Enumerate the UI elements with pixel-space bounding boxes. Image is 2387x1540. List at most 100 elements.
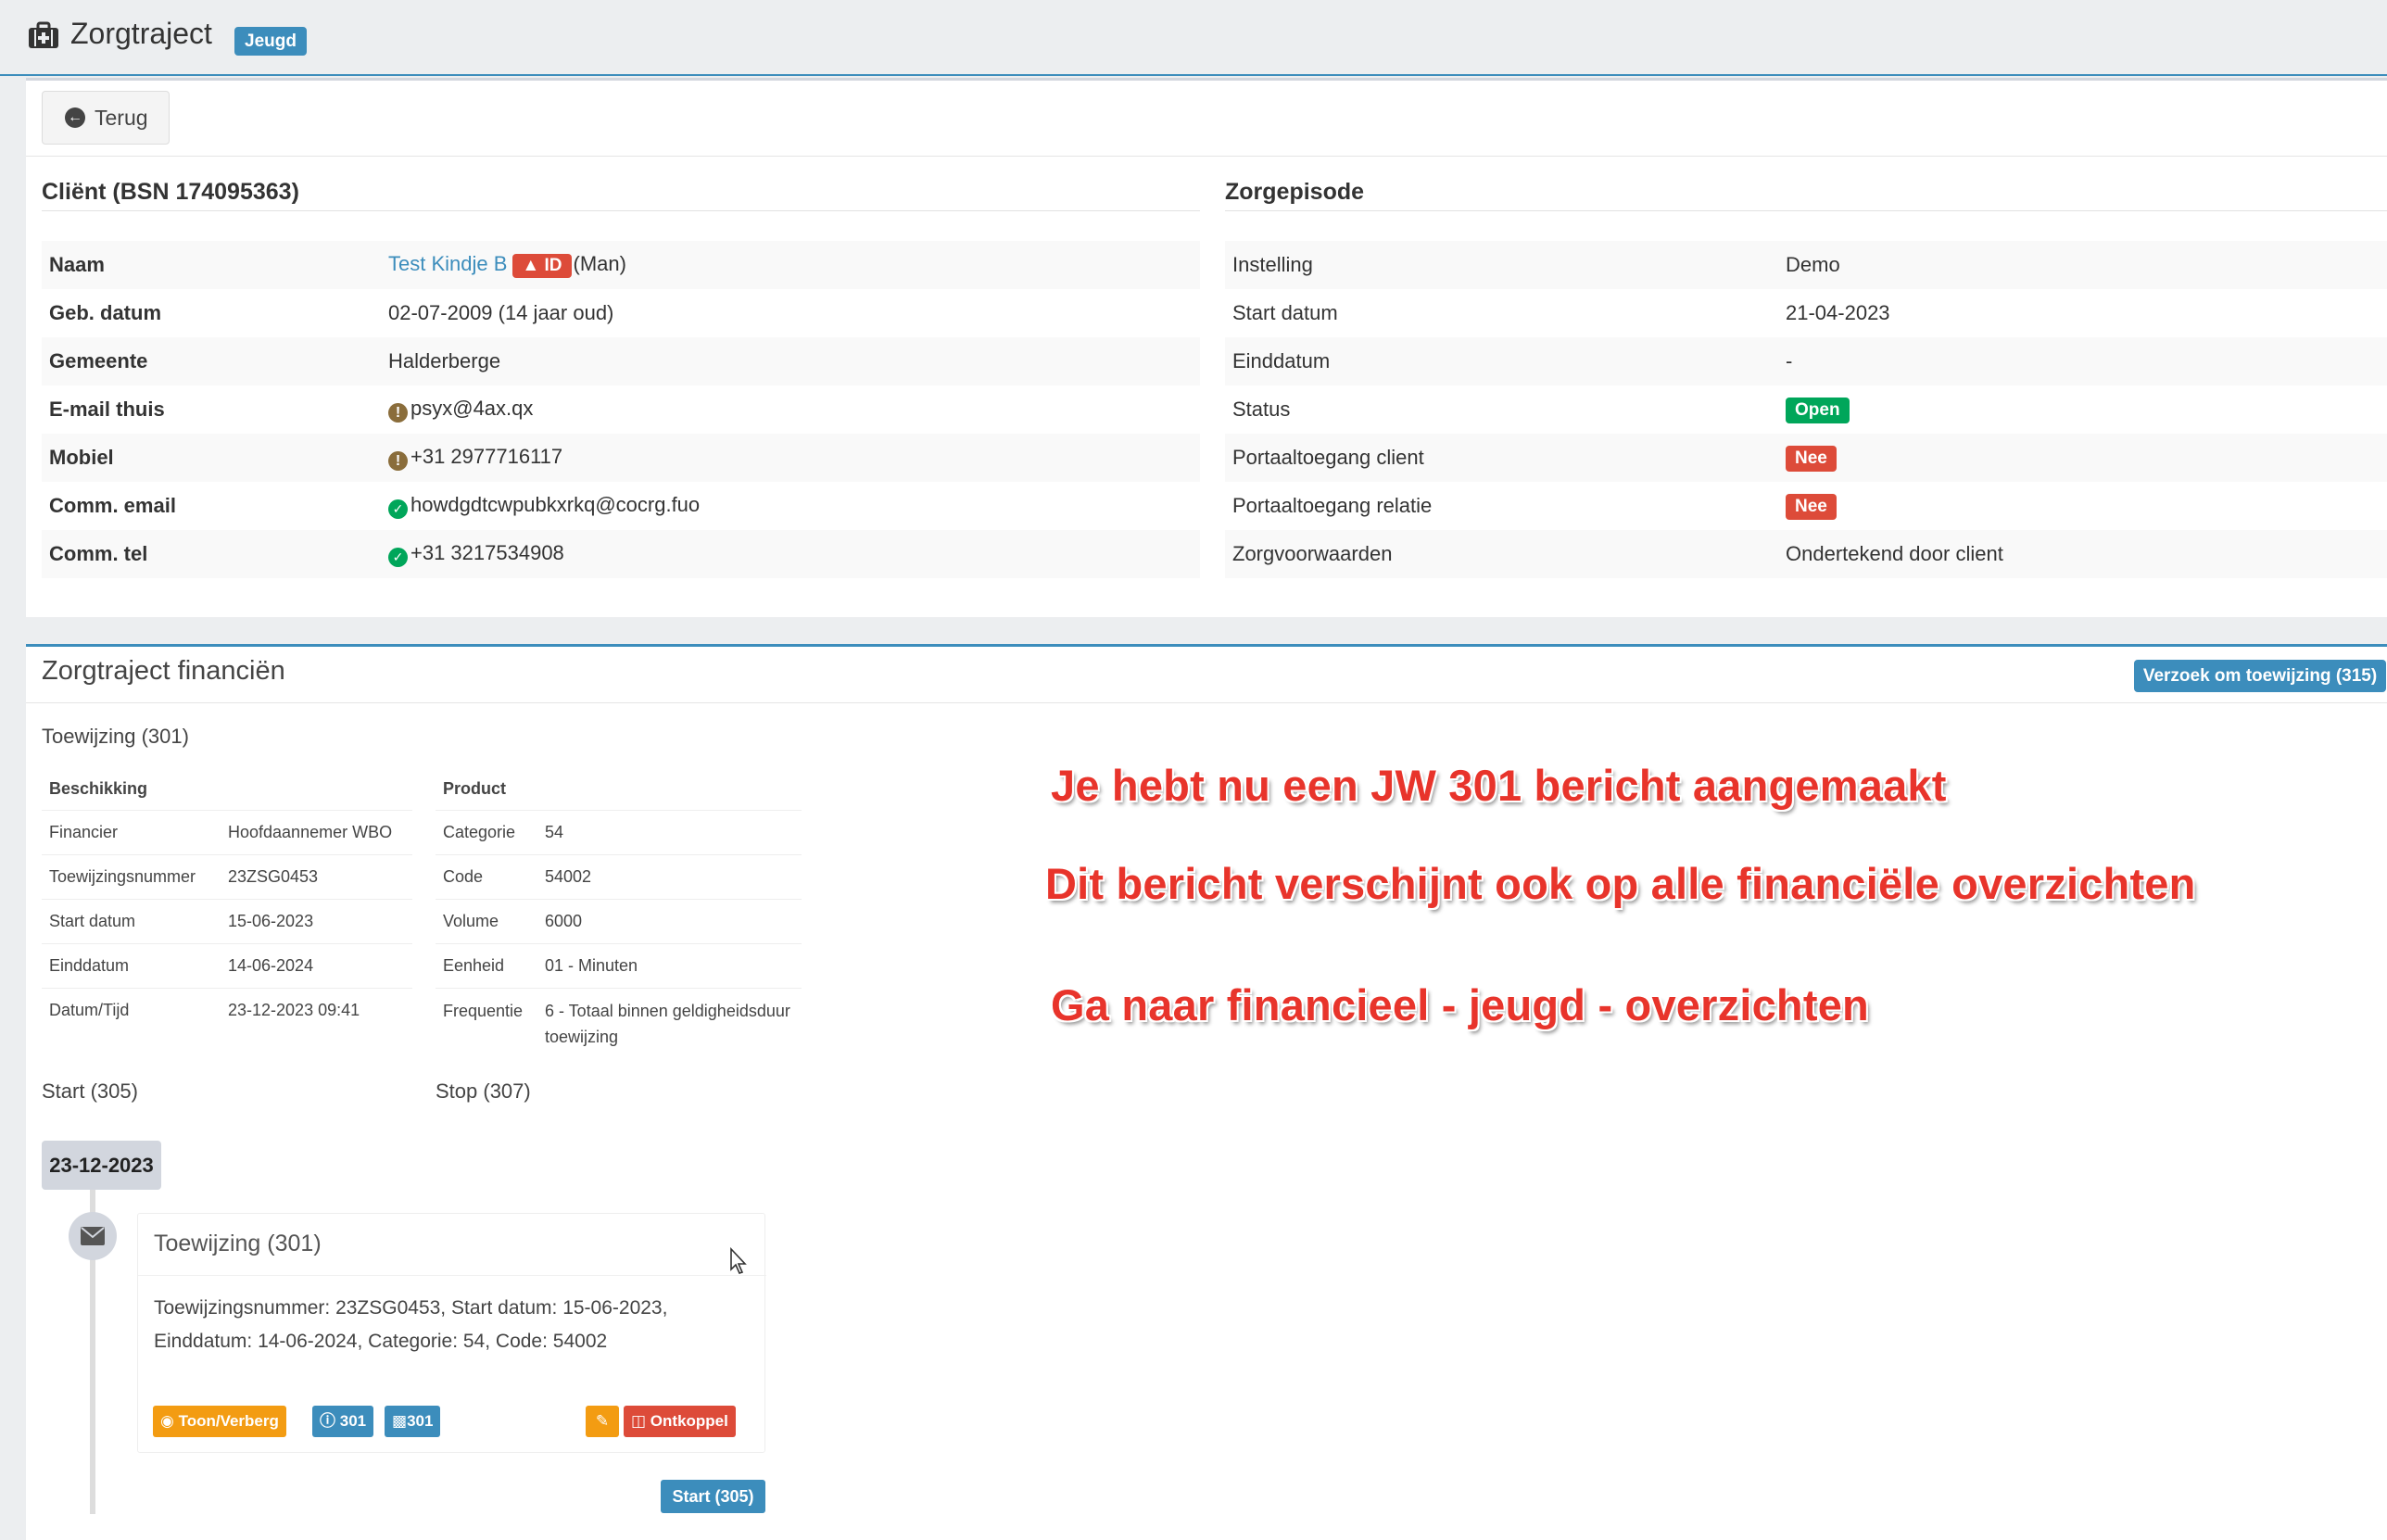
comm-tel-value: +31 3217534908 — [410, 541, 564, 564]
field-value: Demo — [1778, 241, 2387, 289]
table-row: Start datum 15-06-2023 — [42, 898, 412, 943]
toggle-button[interactable]: ◉ Toon/Verberg — [153, 1406, 286, 1437]
table-row: Datum/Tijd 23-12-2023 09:41 — [42, 987, 412, 1032]
cell-key: Einddatum — [42, 942, 221, 988]
cell-value: 54002 — [537, 853, 802, 899]
divider — [42, 210, 1200, 211]
cell-key: Toewijzingsnummer — [42, 853, 221, 899]
product-table: Product Categorie 54 Code 54002 Volume 6000… — [436, 769, 802, 1050]
table-row: Comm. email ✓ howdgdtcwpubkxrkq@cocrg.fuo — [42, 482, 1200, 530]
envelope-icon — [69, 1212, 117, 1260]
cell-key: Code — [436, 853, 537, 899]
cell-value: 01 - Minuten — [537, 942, 802, 988]
field-value: Test Kindje B ▲ ID (Man) — [381, 241, 1200, 289]
timeline-item-body: Toewijzingsnummer: 23ZSG0453, Start datu… — [154, 1297, 668, 1352]
table-row: Gemeente Halderberge — [42, 337, 1200, 385]
id-badge-label: ID — [544, 256, 562, 275]
table-row: Status Open — [1225, 385, 2387, 434]
trash-icon: ◫ — [631, 1412, 647, 1430]
start-305-button[interactable]: Start (305) — [661, 1480, 765, 1513]
edit-button[interactable]: ✎ — [586, 1406, 619, 1437]
table-row: Zorgvoorwaarden Ondertekend door client — [1225, 530, 2387, 578]
field-label: Mobiel — [42, 434, 381, 482]
eye-icon: ◉ — [160, 1412, 174, 1430]
field-label: Gemeente — [42, 337, 381, 385]
unlink-button[interactable]: ◫ Ontkoppel — [624, 1406, 736, 1437]
arrow-left-circle-icon: ← — [65, 107, 85, 128]
toggle-button-label: Toon/Verberg — [178, 1412, 279, 1430]
table-row: Eenheid 01 - Minuten — [436, 942, 802, 988]
check-icon: ✓ — [388, 499, 408, 519]
table-row: Toewijzingsnummer 23ZSG0453 — [42, 853, 412, 899]
category-badge: Jeugd — [234, 27, 307, 56]
info-button[interactable]: ⓘ 301 — [312, 1406, 374, 1437]
cell-value: 14-06-2024 — [221, 942, 412, 988]
field-label: Comm. tel — [42, 530, 381, 578]
medkit-icon — [29, 21, 58, 48]
table-row: Financier Hoofdaannemer WBO — [42, 809, 412, 854]
episode-section-title: Zorgepisode — [1225, 179, 1365, 205]
page-header: Zorgtraject Jeugd — [0, 0, 2387, 76]
table-row: Instelling Demo — [1225, 241, 2387, 289]
back-button-label: Terug — [95, 105, 148, 130]
field-value: Nee — [1778, 434, 2387, 482]
field-label: Instelling — [1225, 241, 1778, 289]
portal-relation-badge: Nee — [1786, 493, 1837, 520]
decision-table: Beschikking Financier Hoofdaannemer WBO T… — [42, 769, 412, 1032]
client-name-link[interactable]: Test Kindje B — [388, 252, 507, 275]
pencil-icon: ✎ — [595, 1412, 610, 1430]
table-row: Portaaltoegang client Nee — [1225, 434, 2387, 482]
cell-value: Hoofdaannemer WBO — [221, 809, 412, 854]
divider — [26, 702, 2387, 703]
pdf-button[interactable]: ▩301 — [385, 1406, 441, 1437]
field-label: Start datum — [1232, 301, 1338, 324]
table-row: Einddatum - — [1225, 337, 2387, 385]
back-button[interactable]: ← Terug — [42, 91, 170, 145]
unlink-button-label: Ontkoppel — [650, 1412, 728, 1430]
cell-key: Volume — [436, 898, 537, 943]
table-row: Naam Test Kindje B ▲ ID (Man) — [42, 241, 1200, 289]
cell-value: 54 — [537, 809, 802, 854]
column-header: Beschikking — [49, 779, 148, 799]
divider — [1225, 210, 2387, 211]
field-value: Halderberge — [381, 337, 1200, 385]
table-row: Comm. tel ✓ +31 3217534908 — [42, 530, 1200, 578]
table-header-row: Product — [436, 769, 802, 810]
field-label: Portaaltoegang relatie — [1232, 494, 1433, 517]
table-row: Geb. datum 02-07-2009 (14 jaar oud) — [42, 289, 1200, 337]
pdf-button-label: 301 — [407, 1412, 434, 1430]
table-row: Frequentie 6 - Totaal binnen geldigheidsd… — [436, 987, 802, 1050]
table-row: Volume 6000 — [436, 898, 802, 943]
client-section-title: Cliënt (BSN 174095363) — [42, 179, 299, 205]
divider — [26, 156, 2387, 157]
field-label: E-mail thuis — [49, 398, 165, 421]
cell-value: 23-12-2023 09:41 — [221, 987, 412, 1032]
page-title: Zorgtraject — [70, 17, 212, 50]
warning-icon: ! — [388, 403, 408, 423]
field-value: ✓ howdgdtcwpubkxrkq@cocrg.fuo — [381, 482, 1200, 530]
table-row: Start datum 21-04-2023 — [1225, 289, 2387, 337]
field-label: Status — [1232, 398, 1291, 421]
request-allocation-button[interactable]: Verzoek om toewijzing (315) — [2134, 660, 2386, 692]
comm-email-value: howdgdtcwpubkxrkq@cocrg.fuo — [410, 493, 701, 516]
cell-key: Datum/Tijd — [42, 987, 221, 1032]
stop-heading: Stop (307) — [436, 1079, 531, 1103]
field-value: ! +31 2977716117 — [381, 434, 1200, 482]
field-value: Nee — [1778, 482, 2387, 530]
start-heading: Start (305) — [42, 1079, 138, 1103]
info-icon: ⓘ — [320, 1412, 335, 1430]
id-warning-badge[interactable]: ▲ ID — [512, 254, 572, 278]
field-value: 02-07-2009 (14 jaar oud) — [388, 301, 614, 324]
gender-text: (Man) — [573, 252, 626, 275]
cell-value: 6000 — [537, 898, 802, 943]
table-row: Einddatum 14-06-2024 — [42, 942, 412, 988]
cell-value: 15-06-2023 — [221, 898, 412, 943]
timeline-date-label: 23-12-2023 — [42, 1141, 161, 1190]
check-icon: ✓ — [388, 548, 408, 567]
cell-key: Frequentie — [436, 987, 537, 1050]
allocation-heading: Toewijzing (301) — [42, 725, 189, 748]
cell-key: Financier — [42, 809, 221, 854]
annotation-text: Dit bericht verschijnt ook op alle finan… — [1045, 859, 2196, 908]
field-value: ! psyx@4ax.qx — [381, 385, 1200, 434]
cell-value: 23ZSG0453 — [221, 853, 412, 899]
